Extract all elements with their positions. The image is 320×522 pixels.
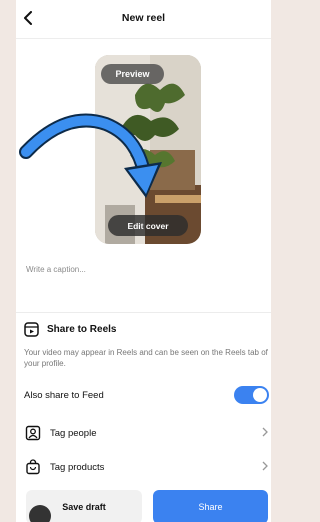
edit-cover-button[interactable]: Edit cover [108, 215, 188, 236]
page-title: New reel [121, 12, 166, 24]
section-divider [16, 312, 271, 313]
tag-people-icon [25, 425, 41, 441]
caption-input[interactable]: Write a caption... [26, 265, 86, 274]
shopping-bag-icon [26, 459, 40, 475]
camera-badge-icon [29, 505, 51, 522]
share-to-reels-description: Your video may appear in Reels and can b… [24, 348, 268, 368]
top-bar: New reel [16, 0, 271, 38]
also-share-toggle[interactable] [234, 386, 269, 404]
also-share-label: Also share to Feed [24, 389, 104, 401]
also-share-row: Also share to Feed [24, 384, 269, 406]
top-divider [16, 38, 271, 39]
tag-people-label: Tag people [50, 427, 97, 439]
tag-products-row[interactable]: Tag products [24, 456, 269, 478]
preview-label: Preview [101, 64, 164, 84]
tag-people-row[interactable]: Tag people [24, 422, 269, 444]
share-to-reels-title: Share to Reels [47, 324, 117, 335]
toggle-knob [253, 388, 267, 402]
phone-screen: New reel Preview Edit cover Write a capt… [16, 0, 271, 522]
curved-arrow-icon [19, 113, 162, 198]
share-to-reels-header: Share to Reels [24, 322, 116, 337]
chevron-right-icon [262, 461, 268, 471]
reels-icon [24, 322, 39, 337]
tag-products-label: Tag products [50, 461, 105, 473]
chevron-right-icon [262, 427, 268, 437]
share-button[interactable]: Share [153, 490, 268, 522]
